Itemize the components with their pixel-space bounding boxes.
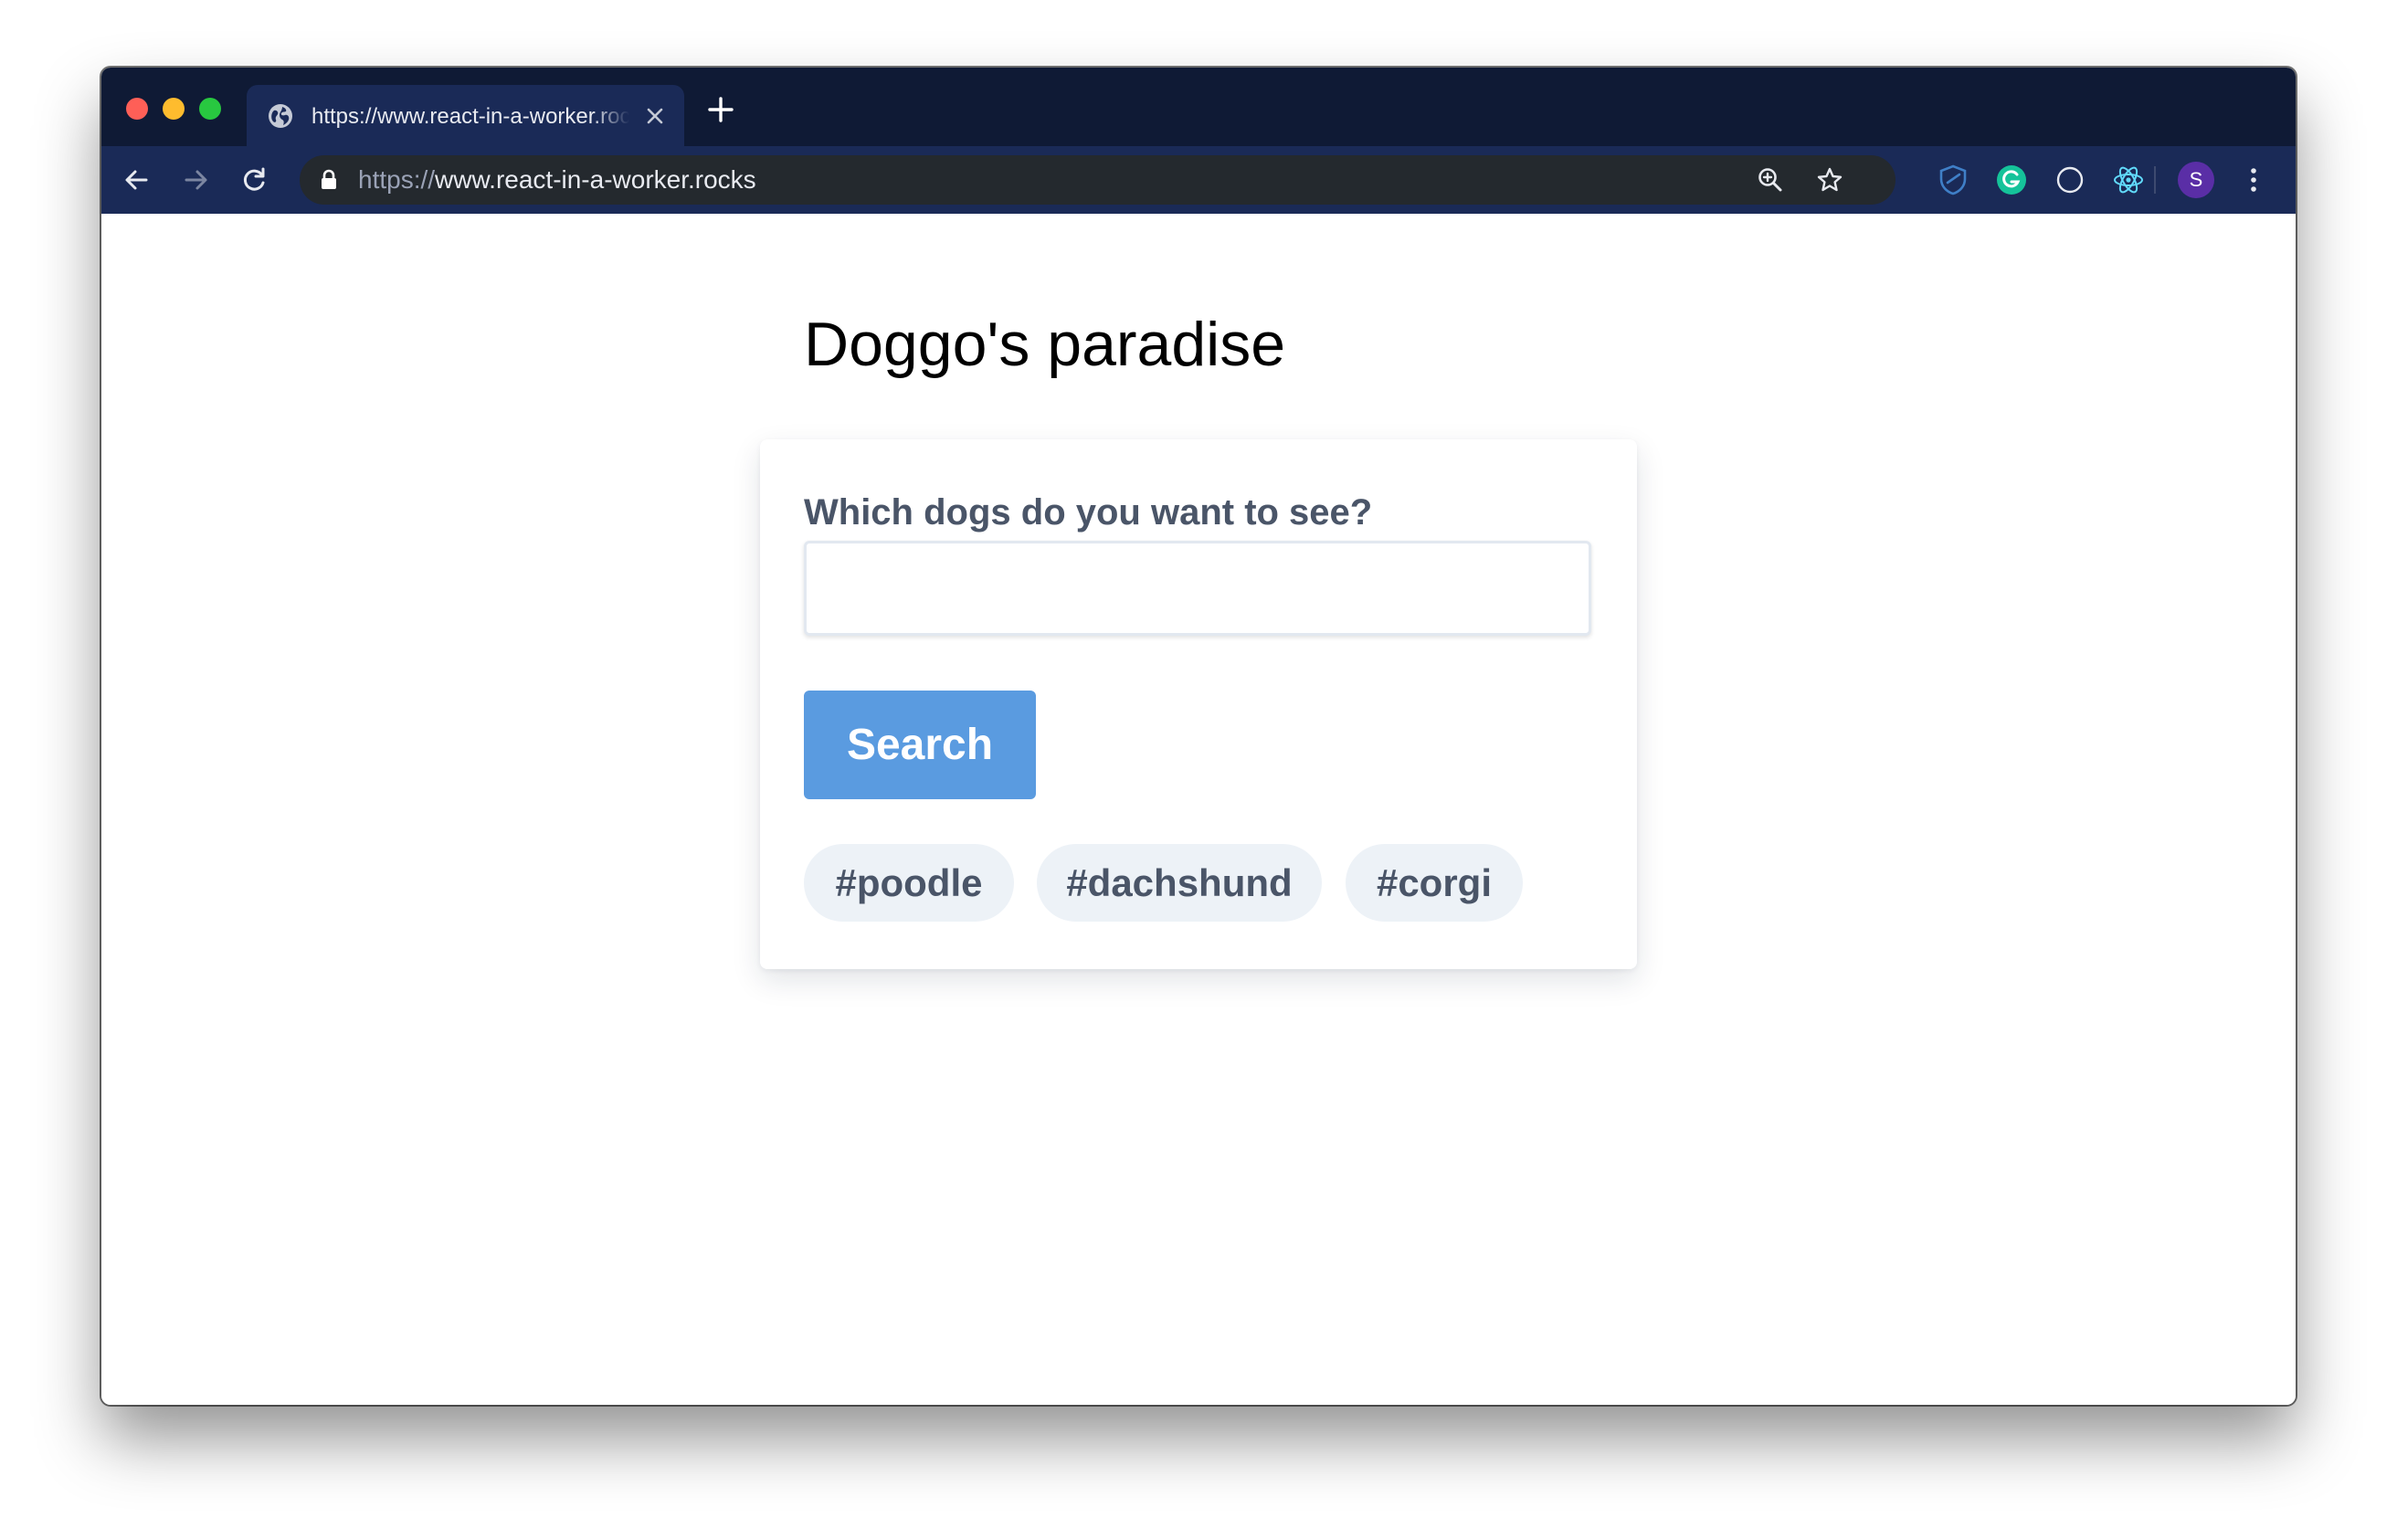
page-viewport: Doggo's paradise Which dogs do you want … [101,214,2296,1405]
plus-icon[interactable] [707,96,734,123]
toolbar-divider [2154,166,2156,194]
react-devtools-icon[interactable] [2112,163,2145,196]
grammarly-icon[interactable] [1995,163,2028,196]
arrow-right-icon[interactable] [180,164,211,195]
search-button[interactable]: Search [804,691,1036,799]
page-title: Doggo's paradise [804,310,1286,379]
search-label: Which dogs do you want to see? [804,492,1373,533]
lock-icon[interactable] [320,169,338,191]
tag-poodle[interactable]: #poodle [804,844,1014,922]
arrow-left-icon[interactable] [121,164,153,195]
globe-icon [269,104,292,128]
more-vertical-icon[interactable] [2238,164,2269,195]
url-scheme: https:// [358,165,436,194]
browser-window: https://www.react-in-a-worker.rocks http… [101,68,2296,1405]
minimize-window-button[interactable] [163,98,185,120]
tab-bar: https://www.react-in-a-worker.rocks [101,68,2296,146]
maximize-window-button[interactable] [199,98,221,120]
tab-title: https://www.react-in-a-worker.rocks [312,104,629,129]
browser-tab[interactable]: https://www.react-in-a-worker.rocks [247,85,684,146]
zoom-in-icon[interactable] [1757,166,1784,194]
search-input[interactable] [804,541,1591,636]
browser-toolbar: https://www.react-in-a-worker.rocks S [101,146,2296,214]
tag-dachshund[interactable]: #dachshund [1037,844,1322,922]
profile-avatar[interactable]: S [2178,162,2214,198]
shield-extension-icon[interactable] [1937,163,1969,196]
url-host: www.react-in-a-worker.rocks [435,165,756,194]
close-window-button[interactable] [126,98,148,120]
circle-extension-icon[interactable] [2054,163,2086,196]
close-icon[interactable] [642,103,668,129]
reload-icon[interactable] [238,164,269,195]
star-icon[interactable] [1816,166,1843,194]
address-bar[interactable]: https://www.react-in-a-worker.rocks [300,155,1895,205]
url-text[interactable]: https://www.react-in-a-worker.rocks [358,155,756,205]
tag-corgi[interactable]: #corgi [1346,844,1523,922]
search-card: Which dogs do you want to see? Search #p… [760,439,1637,969]
